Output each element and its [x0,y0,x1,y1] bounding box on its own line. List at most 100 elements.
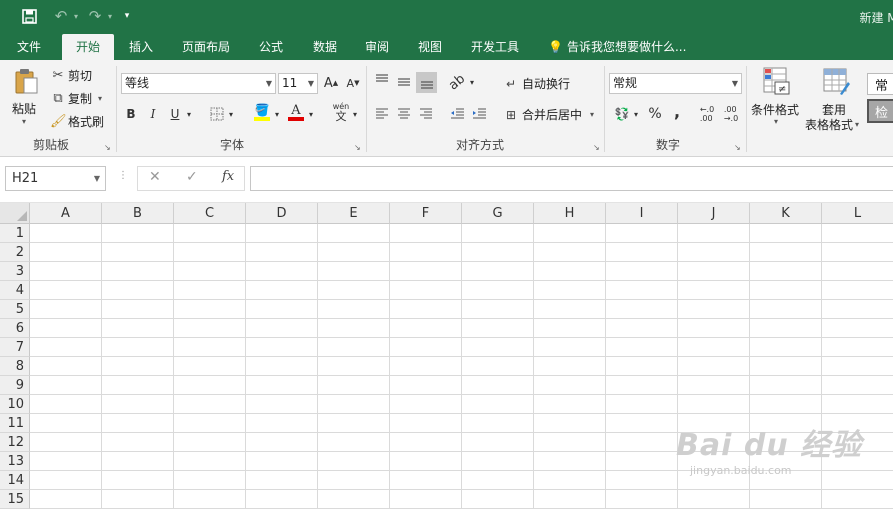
font-color-button[interactable]: A [287,103,305,121]
redo-icon[interactable]: ↷ [84,6,106,26]
column-header[interactable]: D [246,203,318,224]
font-color-dropdown-icon[interactable]: ▾ [306,105,316,123]
font-name-combo[interactable]: 等线 ▼ [121,73,276,94]
table-format-label-bottom[interactable]: 表格格式 ▾ [805,116,859,133]
column-header[interactable]: J [678,203,750,224]
number-format-combo[interactable]: 常规 ▼ [609,73,742,94]
row-header[interactable]: 11 [0,414,30,433]
paste-button[interactable] [10,67,42,95]
decrease-indent-button[interactable] [448,105,466,123]
italic-button[interactable]: I [144,105,162,123]
cut-button[interactable]: ✂ 剪切 [50,67,92,84]
row-header[interactable]: 4 [0,281,30,300]
merge-center-button[interactable]: ⊞ 合并后居中 ▾ [502,106,594,123]
row-header[interactable]: 15 [0,490,30,509]
style-check-cell-tile[interactable]: 检 [867,99,893,123]
row-header[interactable]: 2 [0,243,30,262]
tab-view[interactable]: 视图 [407,34,453,60]
column-header[interactable]: K [750,203,822,224]
align-left-button[interactable] [373,105,391,123]
row-header[interactable]: 1 [0,224,30,243]
decrease-decimal-button[interactable]: .00 →.0 [721,105,741,123]
font-size-combo[interactable]: 11 ▼ [278,73,318,94]
column-header[interactable]: A [30,203,102,224]
column-header[interactable]: E [318,203,390,224]
align-center-button[interactable] [395,105,413,123]
row-header[interactable]: 12 [0,433,30,452]
clipboard-launcher-icon[interactable]: ↘ [104,143,111,152]
fill-dropdown-icon[interactable]: ▾ [272,105,282,123]
comma-button[interactable]: , [668,102,686,121]
paste-dropdown-icon[interactable]: ▾ [22,117,26,126]
number-launcher-icon[interactable]: ↘ [734,143,741,152]
formula-input[interactable] [250,166,893,191]
percent-button[interactable]: % [646,105,664,123]
borders-dropdown-icon[interactable]: ▾ [226,105,236,123]
row-header[interactable]: 7 [0,338,30,357]
merge-dropdown-icon[interactable]: ▾ [590,110,594,119]
bold-button[interactable]: B [122,105,140,123]
cell-area[interactable] [30,224,893,509]
increase-indent-button[interactable] [470,105,488,123]
row-header[interactable]: 5 [0,300,30,319]
underline-dropdown-icon[interactable]: ▾ [184,105,194,123]
underline-button[interactable]: U [166,105,184,123]
select-all-corner[interactable] [0,203,30,224]
borders-button[interactable] [208,105,226,123]
tab-home[interactable]: 开始 [62,34,114,60]
align-right-button[interactable] [417,105,435,123]
tab-developer[interactable]: 开发工具 [463,34,527,60]
orientation-button[interactable]: ab [446,71,468,93]
accounting-format-button[interactable]: 💱 [612,105,632,123]
undo-dropdown-icon[interactable]: ▾ [70,6,82,26]
tell-me-box[interactable]: 💡 告诉我您想要做什么... [548,34,686,60]
increase-decimal-button[interactable]: ←.0.00 [697,105,717,123]
conditional-format-label[interactable]: 条件格式 [751,101,799,118]
style-normal-tile[interactable]: 常 [867,73,893,95]
enter-icon[interactable]: ✓ [186,169,198,185]
paste-label[interactable]: 粘贴 [12,100,36,117]
wrap-text-button[interactable]: ↵ 自动换行 [502,75,570,92]
save-icon[interactable] [18,6,40,26]
insert-function-icon[interactable]: fx [222,169,234,184]
shrink-font-button[interactable]: A ▼ [344,74,362,92]
tab-page-layout[interactable]: 页面布局 [174,34,238,60]
align-top-button[interactable] [373,71,391,89]
formula-bar-grip-icon[interactable]: ⋮ [118,170,128,181]
conditional-format-button[interactable]: ≠ [756,66,796,96]
align-middle-button[interactable] [395,73,413,91]
alignment-launcher-icon[interactable]: ↘ [593,143,600,152]
format-painter-button[interactable]: 🖌 格式刷 [50,113,104,130]
format-as-table-button[interactable] [816,66,856,96]
cancel-icon[interactable]: ✕ [149,169,161,185]
undo-icon[interactable]: ↶ [50,6,72,26]
column-header[interactable]: L [822,203,893,224]
customize-quick-access-icon[interactable]: ▾ [120,6,134,26]
column-header[interactable]: G [462,203,534,224]
tab-file[interactable]: 文件 [6,34,52,60]
tab-insert[interactable]: 插入 [118,34,164,60]
redo-dropdown-icon[interactable]: ▾ [104,6,116,26]
conditional-dropdown-icon[interactable]: ▾ [774,117,778,126]
copy-button[interactable]: ⧉ 复制 ▾ [50,90,102,107]
row-header[interactable]: 8 [0,357,30,376]
row-header[interactable]: 13 [0,452,30,471]
tab-review[interactable]: 审阅 [354,34,400,60]
name-box[interactable]: H21 ▼ [5,166,106,191]
copy-dropdown-icon[interactable]: ▾ [98,94,102,103]
phonetic-button[interactable]: wén 文 [330,102,352,124]
orientation-dropdown-icon[interactable]: ▾ [467,73,477,91]
fill-color-button[interactable]: 🪣 [253,103,271,121]
row-header[interactable]: 10 [0,395,30,414]
grow-font-button[interactable]: A ▲ [322,74,340,92]
column-header[interactable]: B [102,203,174,224]
row-header[interactable]: 9 [0,376,30,395]
phonetic-dropdown-icon[interactable]: ▾ [350,105,360,123]
font-launcher-icon[interactable]: ↘ [354,143,361,152]
row-header[interactable]: 14 [0,471,30,490]
tab-formulas[interactable]: 公式 [248,34,294,60]
row-header[interactable]: 3 [0,262,30,281]
column-header[interactable]: I [606,203,678,224]
column-header[interactable]: H [534,203,606,224]
tab-data[interactable]: 数据 [302,34,348,60]
